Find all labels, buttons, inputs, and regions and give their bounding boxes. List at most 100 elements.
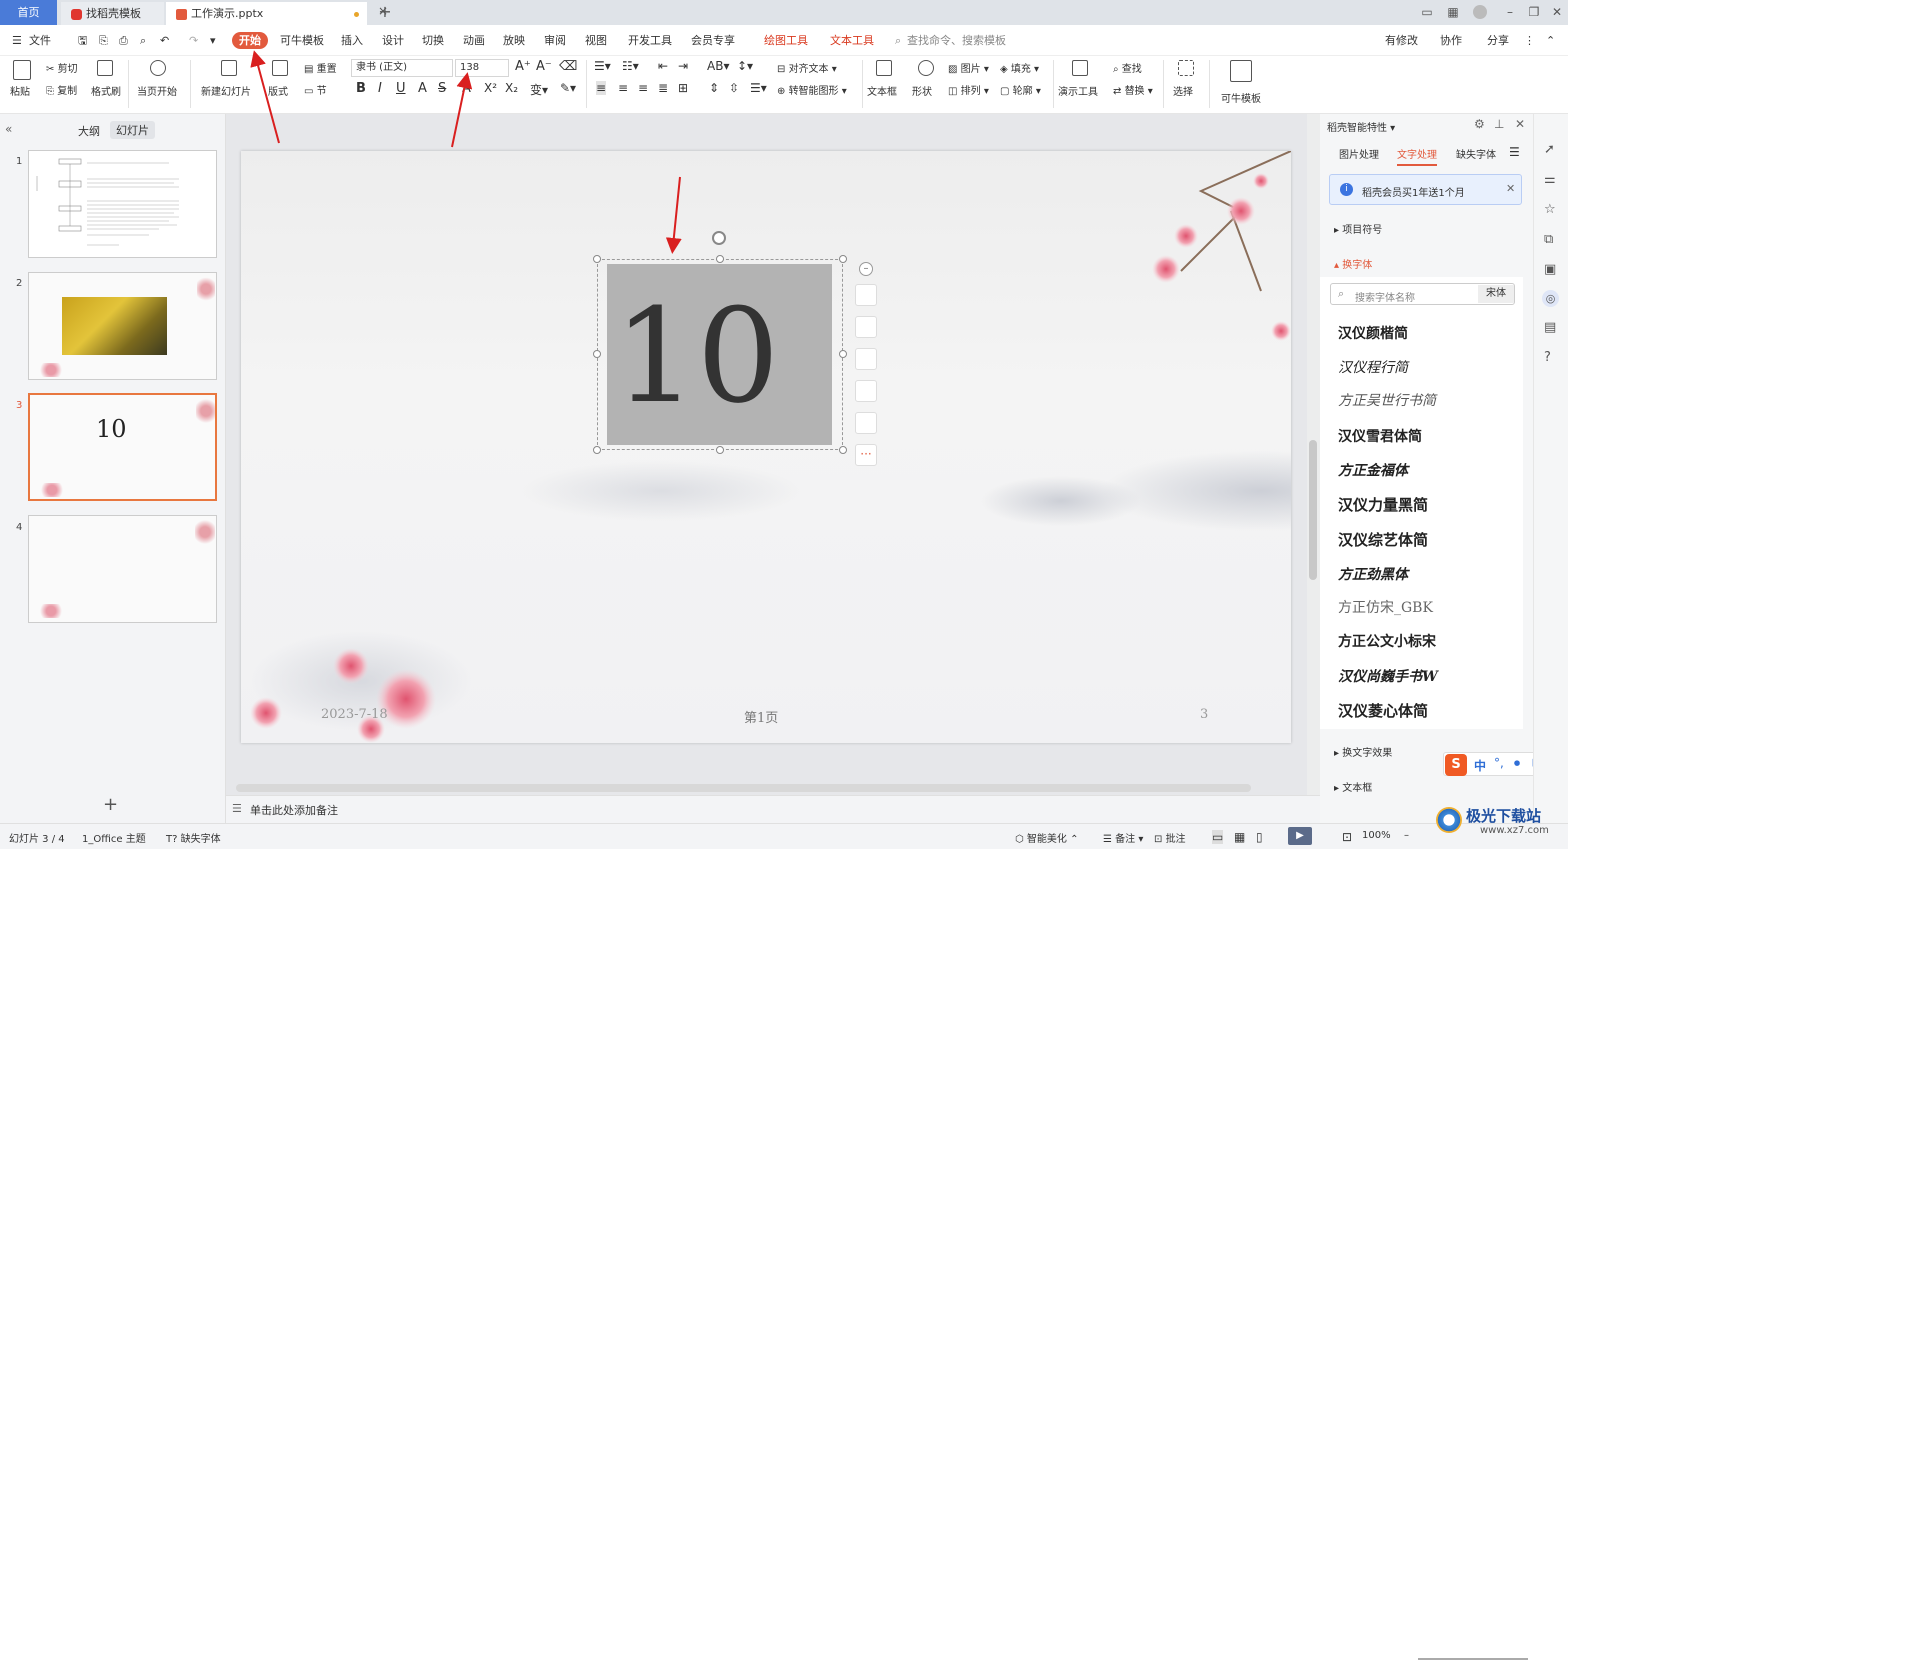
notes-toggle-button[interactable]: ☰ 备注 ▾ [1103,830,1143,845]
zoom-level[interactable]: 100% [1362,830,1391,841]
present-tools-icon[interactable] [1072,60,1088,76]
smart-beautify-button[interactable]: ⬡ 智能美化 ⌃ [1015,830,1078,845]
keniu-template-button[interactable]: 可牛模板 [1221,90,1261,105]
mic-icon[interactable]: ⏺ [1514,756,1520,771]
font-item[interactable]: 汉仪综艺体简 [1338,529,1428,550]
book-icon[interactable]: ▤ [1544,320,1556,335]
resize-handle[interactable] [593,255,601,263]
menu-insert[interactable]: 插入 [341,32,363,49]
layout-button[interactable]: 版式 [268,83,288,98]
align-center-icon[interactable]: ≡ [618,81,628,95]
play-from-current-button[interactable]: 当页开始 [137,83,177,98]
save-icon[interactable]: 🖫 [78,32,87,49]
paste-icon[interactable] [13,60,31,80]
text-format-icon[interactable] [855,380,877,402]
superscript-icon[interactable]: X² [484,81,497,95]
customize-icon[interactable]: ▾ [210,32,216,49]
new-tab-icon[interactable]: + [378,4,392,20]
reading-view-icon[interactable]: ▯ [1256,830,1263,844]
strikethrough-icon[interactable]: A [418,81,427,96]
distribute-icon[interactable]: ⊞ [678,81,688,95]
menu-switch[interactable]: 切换 [422,32,444,49]
tab-text-processing[interactable]: 文字处理 [1397,146,1437,166]
share-button[interactable]: 分享 [1487,32,1509,49]
horizontal-scrollbar[interactable] [236,784,1251,792]
textbox-section[interactable]: ▸ 文本框 [1334,779,1372,794]
phonetic-icon[interactable]: 变▾ [530,81,548,98]
underline-icon[interactable]: U [396,81,406,96]
collapse-panel-icon[interactable]: « [5,122,12,136]
columns-icon[interactable]: ☰▾ [750,81,767,95]
shrink-font-icon[interactable]: A⁻ [536,59,552,74]
select-button[interactable]: 选择 [1173,83,1193,98]
search-command-input[interactable]: 查找命令、搜索模板 [907,32,1006,49]
slide-thumbnail-4[interactable] [28,515,217,623]
align-text-button[interactable]: ⊟ 对齐文本 ▾ [777,60,837,75]
play-icon[interactable] [150,60,166,76]
add-slide-button[interactable]: + [103,794,118,815]
settings-icon[interactable]: ⚙ [1474,117,1485,131]
fit-icon[interactable]: ⊡ [1342,830,1352,844]
slide-main-text[interactable]: 10 [614,266,779,446]
tab-slides[interactable]: 幻灯片 [110,121,155,139]
redo-icon[interactable]: ↷ [189,32,198,49]
para-spacing-icon[interactable]: ⇳ [729,81,739,95]
restore-icon[interactable]: ❐ [1527,5,1541,19]
slide-date[interactable]: 2023-7-18 [321,707,388,722]
shadow-icon[interactable]: S [438,81,446,96]
shape-icon[interactable] [918,60,934,76]
cut-button[interactable]: ✂ 剪切 [46,60,78,75]
help-icon[interactable]: ? [1544,350,1551,365]
fill-shape-icon[interactable] [855,348,877,370]
copy-icon[interactable]: ⧉ [1544,232,1553,247]
clear-format-icon[interactable]: ⌫ [559,59,577,74]
highlight-icon[interactable]: ✎▾ [560,81,576,95]
selected-textbox[interactable]: 10 [597,259,843,450]
format-painter-icon[interactable] [97,60,113,76]
menu-devtools[interactable]: 开发工具 [628,32,672,49]
arrange-button[interactable]: ◫ 排列 ▾ [948,82,989,97]
member-banner[interactable]: i 稻壳会员买1年送1个月 ✕ [1329,174,1522,205]
font-name-select[interactable]: 隶书 (正文) [351,59,453,77]
menu-text-tools[interactable]: 文本工具 [830,32,874,49]
grid-icon[interactable]: ▦ [1446,5,1460,19]
pin-icon[interactable]: ⊥ [1494,117,1504,131]
collapse-quickbar-icon[interactable]: – [859,262,873,276]
line-spacing-icon[interactable]: ↕▾ [737,59,753,73]
close-window-icon[interactable]: ✕ [1550,5,1564,19]
font-color-icon[interactable]: A [462,81,471,96]
adjust-icon[interactable]: ⚌ [1544,172,1556,187]
font-item[interactable]: 汉仪程行简 [1338,357,1408,377]
slide-page-label[interactable]: 第1页 [744,707,778,726]
panel-title[interactable]: 稻壳智能特性 ▾ [1327,119,1395,134]
font-search-input[interactable]: 搜索字体名称 [1355,289,1415,304]
font-item[interactable]: 汉仪颜楷简 [1338,323,1408,343]
export-icon[interactable]: ⎘ [99,32,108,49]
bullet-list-icon[interactable]: ☰▾ [594,59,611,73]
picture-button[interactable]: ▨ 图片 ▾ [948,60,989,75]
tab-image-processing[interactable]: 图片处理 [1339,146,1379,161]
slide-thumbnail-1[interactable] [28,150,217,258]
image-icon[interactable]: ▣ [1544,262,1556,277]
tab-document[interactable]: 工作演示.pptx [166,2,367,25]
menu-slideshow[interactable]: 放映 [503,32,525,49]
align-left-icon[interactable]: ≡ [596,81,607,95]
new-slide-button[interactable]: 新建幻灯片 [201,83,251,98]
font-item[interactable]: 汉仪菱心体简 [1338,700,1428,721]
layout-icon[interactable] [272,60,288,76]
italic-icon[interactable]: I [378,81,382,96]
resize-handle[interactable] [839,446,847,454]
play-slideshow-icon[interactable]: ▶ [1288,827,1312,845]
close-banner-icon[interactable]: ✕ [1506,182,1515,195]
layers-icon[interactable] [855,284,877,306]
resize-handle[interactable] [839,255,847,263]
bullets-section[interactable]: ▸ 项目符号 [1334,221,1382,236]
notes-input[interactable]: 单击此处添加备注 [250,802,338,818]
font-item[interactable]: 方正吴世行书简 [1338,390,1436,410]
outdent-icon[interactable]: ⇤ [658,59,668,73]
menu-design[interactable]: 设计 [382,32,404,49]
indent-icon[interactable]: ⇥ [678,59,688,73]
font-item[interactable]: 方正劲黑体 [1338,564,1408,584]
format-painter-button[interactable]: 格式刷 [91,83,121,98]
tab-menu-icon[interactable]: ☰ [1509,145,1520,159]
